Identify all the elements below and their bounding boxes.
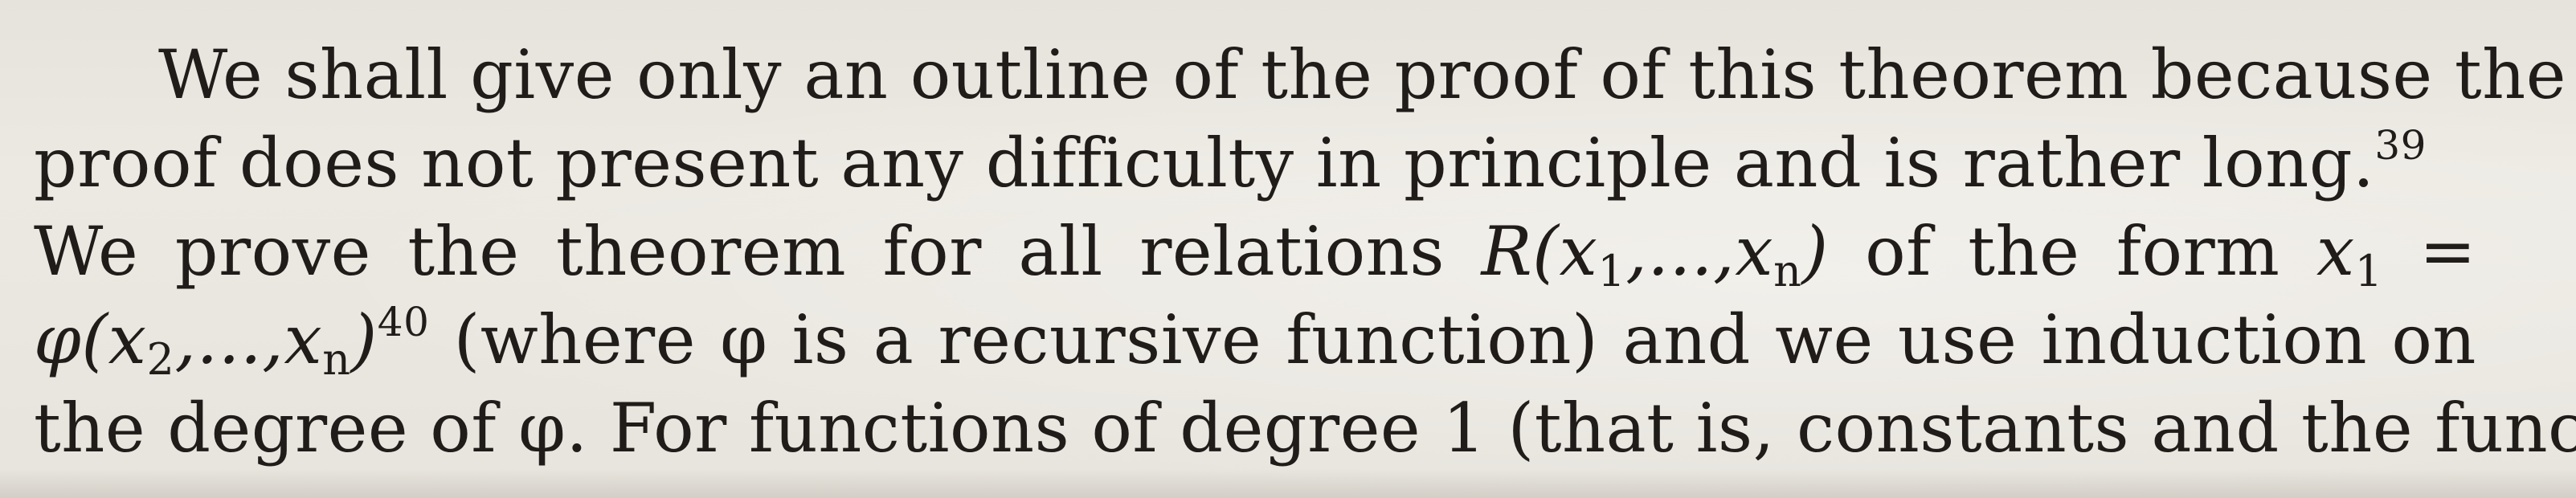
scanned-page: We shall give only an outline of the pro… bbox=[0, 0, 2576, 498]
variable-x: x bbox=[2316, 212, 2355, 291]
phi-formula-close: ) bbox=[350, 300, 378, 379]
variable-x-subscript: 1 bbox=[2354, 246, 2383, 296]
line-2-text: proof does not present any difficulty in… bbox=[34, 124, 2375, 202]
subscript-1: 1 bbox=[1597, 246, 1626, 296]
line-2: proof does not present any difficulty in… bbox=[34, 119, 2476, 207]
line-1: We shall give only an outline of the pro… bbox=[34, 31, 2566, 119]
line-3-text-mid: of the form bbox=[1828, 212, 2316, 291]
subscript-n: n bbox=[1773, 246, 1802, 296]
relation-formula-close: ) bbox=[1801, 212, 1829, 291]
line-5: the degree of φ. For functions of degree… bbox=[34, 384, 2576, 472]
phi-formula-mid: ,...,x bbox=[174, 300, 323, 379]
bleed-through-text bbox=[96, 0, 2427, 21]
subscript-2: 2 bbox=[146, 334, 175, 385]
paragraph: We shall give only an outline of the pro… bbox=[34, 31, 2576, 472]
line-1-text: We shall give only an outline of the pro… bbox=[158, 35, 2566, 114]
phi-formula: φ(x2,...,xn) bbox=[34, 300, 378, 385]
line-3-text-start: We prove the theorem for all relations bbox=[34, 212, 1482, 291]
line-5-text: the degree of φ. For functions of degree… bbox=[34, 389, 2576, 467]
line-4-text: (where φ is a recursive function) and we… bbox=[429, 300, 2476, 379]
relation-formula-start: R(x bbox=[1481, 212, 1598, 291]
relation-formula-mid: ,...,x bbox=[1625, 212, 1774, 291]
line-4: φ(x2,...,xn)40 (where φ is a recursive f… bbox=[34, 296, 2476, 385]
footnote-marker-39: 39 bbox=[2374, 122, 2427, 169]
relation-formula: R(x1,...,xn) bbox=[1481, 212, 1829, 296]
phi-formula-start: φ(x bbox=[34, 300, 147, 379]
subscript-n-2: n bbox=[322, 334, 351, 385]
footnote-marker-40: 40 bbox=[377, 299, 430, 345]
equals-sign: = bbox=[2382, 212, 2476, 291]
line-3: We prove the theorem for all relations R… bbox=[34, 207, 2476, 296]
page-bottom-shadow bbox=[0, 469, 2576, 498]
